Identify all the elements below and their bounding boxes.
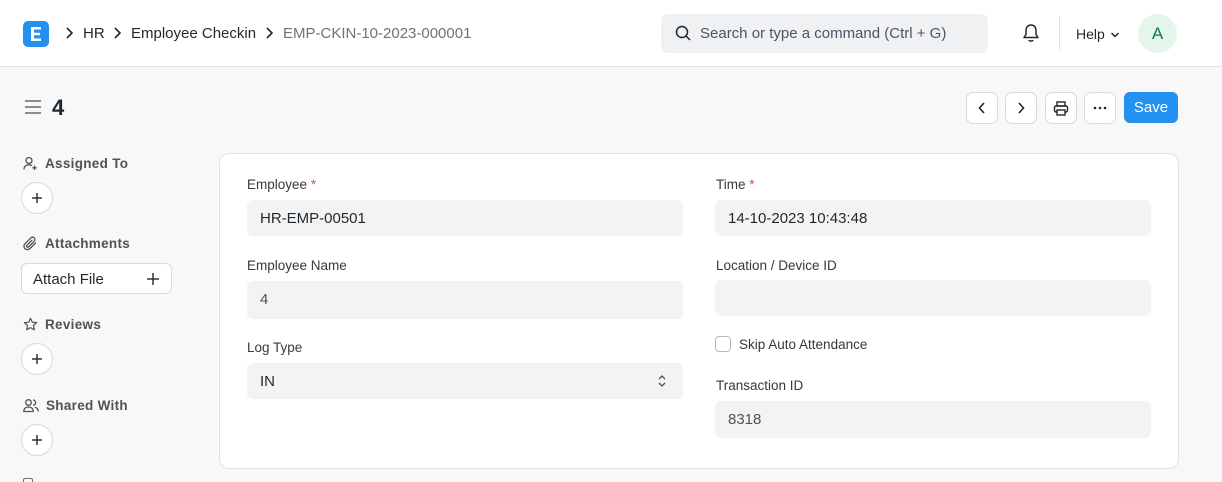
employee-name-value: 4 [260,291,269,308]
select-arrows-icon [658,375,666,387]
employee-name-field: 4 [247,281,683,319]
location-label: Location / Device ID [716,258,837,273]
navbar-divider [1059,16,1060,50]
required-indicator: * [310,177,317,192]
plus-icon [147,273,159,285]
plus-icon [32,435,42,445]
add-assignee-button[interactable] [21,182,53,214]
required-indicator: * [749,177,755,192]
more-actions-button[interactable] [1084,92,1116,124]
users-icon [23,399,39,413]
search-icon [675,25,691,41]
transaction-id-label: Transaction ID [716,378,804,393]
more-horizontal-icon [1093,106,1107,110]
reviews-section: Reviews [23,317,101,332]
previous-doc-button[interactable] [966,92,998,124]
transaction-id-value: 8318 [728,411,762,428]
printer-icon [1053,100,1069,116]
app-logo[interactable] [23,21,49,47]
search-bar[interactable]: Search or type a command (Ctrl + G) [661,14,988,53]
skip-auto-attendance-checkbox[interactable] [715,336,731,352]
time-label: Time * [716,177,755,192]
chevron-right-icon [66,27,74,39]
employee-value: HR-EMP-00501 [260,210,366,227]
plus-icon [32,354,42,364]
employee-field[interactable]: HR-EMP-00501 [247,200,683,236]
breadcrumb-current-doc[interactable]: EMP-CKIN-10-2023-000001 [283,25,471,42]
logo-icon [31,27,41,41]
log-type-label: Log Type [247,340,303,355]
attach-file-button[interactable]: Attach File [21,263,172,294]
tag-icon [23,478,33,482]
chevron-left-icon [978,102,985,114]
time-field[interactable]: 14-10-2023 10:43:48 [715,200,1151,236]
chevron-right-icon [266,27,274,39]
log-type-select[interactable]: IN [247,363,683,399]
page-title: 4 [52,95,65,120]
next-doc-button[interactable] [1005,92,1037,124]
shared-with-section: Shared With [23,398,128,413]
attach-file-label: Attach File [33,271,104,288]
attachments-section: Attachments [23,236,130,251]
chevron-right-icon [114,27,122,39]
log-type-value: IN [260,373,275,390]
paperclip-icon [23,236,37,251]
chevron-right-icon [1018,102,1025,114]
top-navbar: HR Employee Checkin EMP-CKIN-10-2023-000… [0,0,1222,67]
skip-auto-attendance-label[interactable]: Skip Auto Attendance [739,337,867,352]
attachments-label: Attachments [45,236,131,251]
employee-name-label: Employee Name [247,258,347,273]
reviews-label: Reviews [45,317,102,332]
add-share-button[interactable] [21,424,53,456]
breadcrumb-employee-checkin[interactable]: Employee Checkin [131,25,256,42]
location-field[interactable] [715,280,1151,316]
save-button[interactable]: Save [1124,92,1178,123]
help-menu[interactable]: Help [1076,26,1105,42]
search-placeholder: Search or type a command (Ctrl + G) [700,25,947,42]
plus-icon [32,193,42,203]
breadcrumb-hr[interactable]: HR [83,25,105,42]
assigned-to-section: Assigned To [23,156,128,171]
assigned-to-label: Assigned To [45,156,129,171]
add-review-button[interactable] [21,343,53,375]
user-avatar[interactable]: A [1138,14,1177,53]
time-value: 14-10-2023 10:43:48 [728,210,868,227]
sidebar-toggle-icon[interactable] [24,99,42,115]
star-icon [23,317,38,331]
chevron-down-icon[interactable] [1110,31,1120,39]
employee-label: Employee * [247,177,317,192]
shared-with-label: Shared With [46,398,128,413]
user-add-icon [23,156,37,170]
print-button[interactable] [1045,92,1077,124]
notification-bell-icon[interactable] [1021,23,1041,44]
transaction-id-field[interactable]: 8318 [715,401,1151,438]
